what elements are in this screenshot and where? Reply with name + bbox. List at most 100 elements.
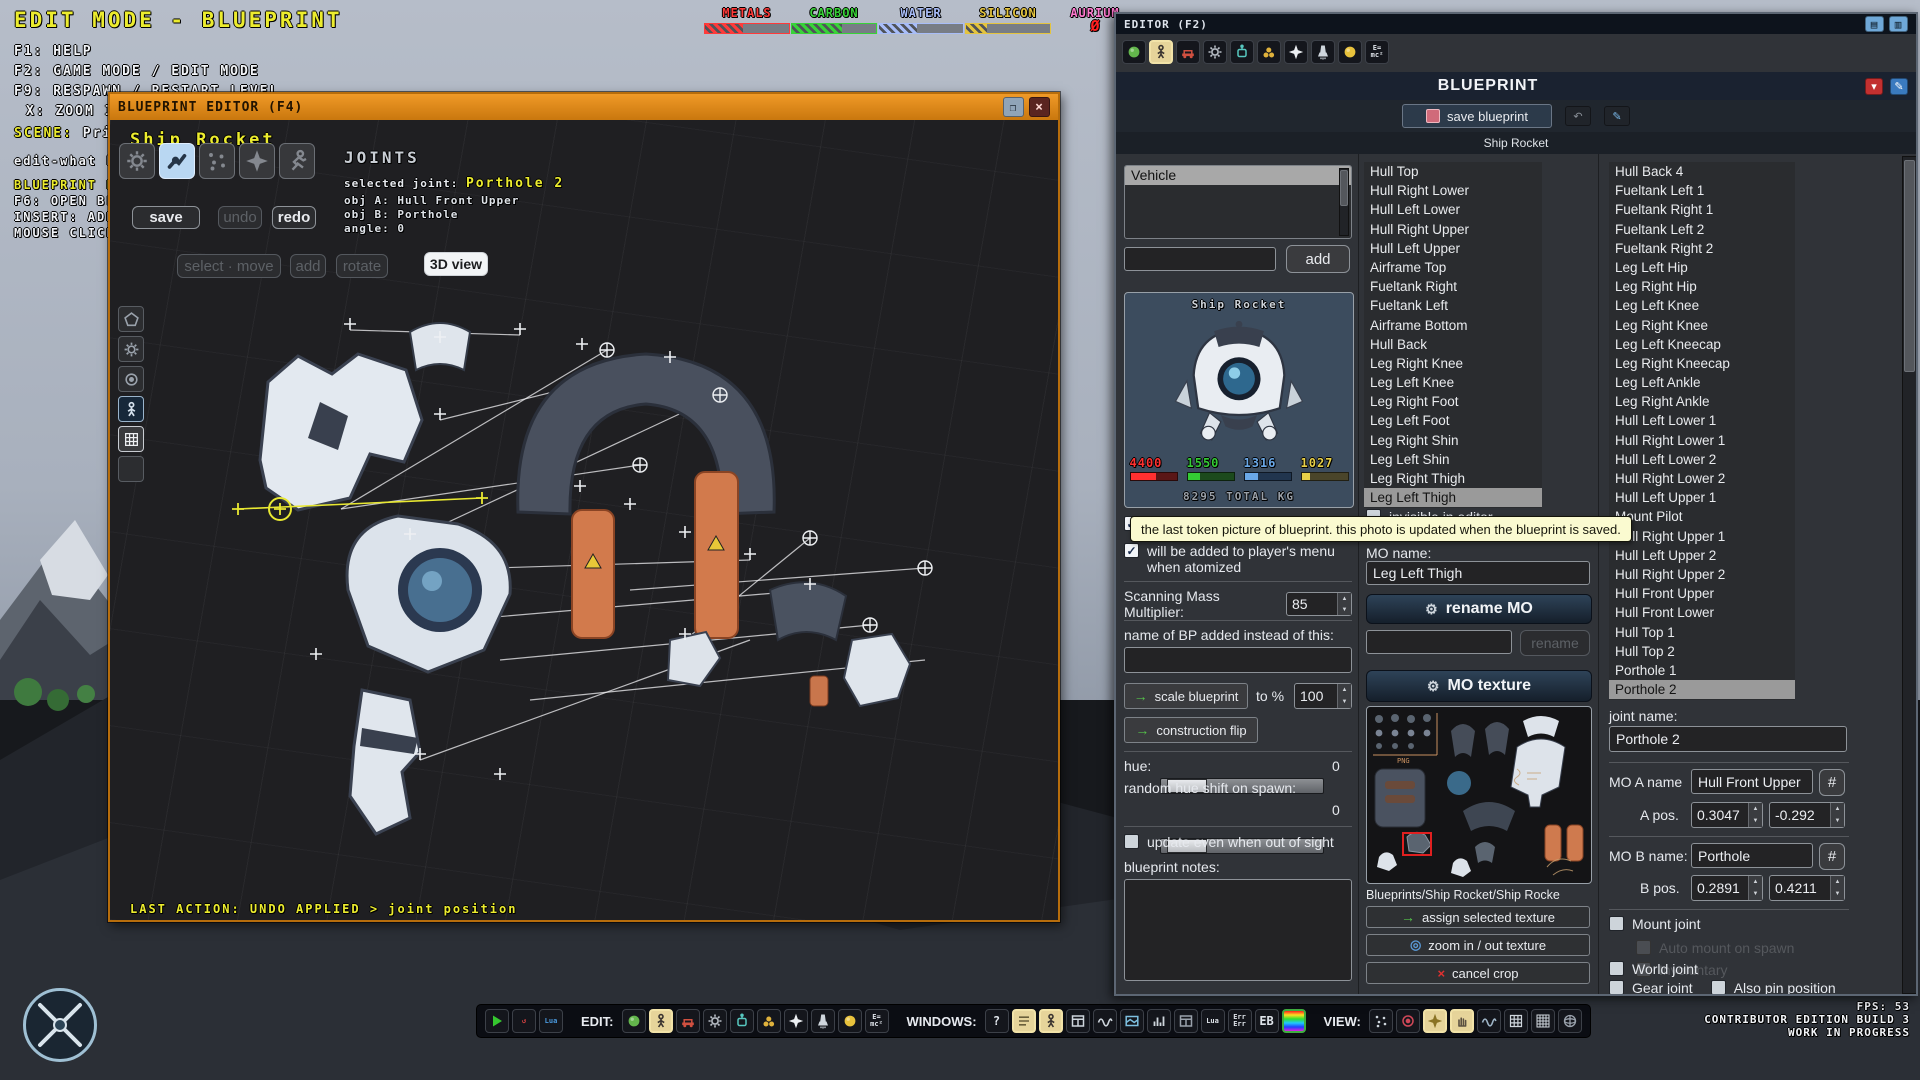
list-item[interactable]: Hull Right Lower xyxy=(1364,181,1542,200)
mo-texture-header[interactable]: ⚙ MO texture xyxy=(1366,670,1592,702)
list-item[interactable]: Hull Right Lower 1 xyxy=(1609,431,1795,450)
a-pos-y-spinner[interactable]: ▲▼ xyxy=(1769,802,1845,828)
audio-window-icon[interactable] xyxy=(1093,1009,1117,1033)
world-joint-row2[interactable]: World joint xyxy=(1609,961,1698,977)
list-item[interactable]: Leg Right Hip xyxy=(1609,277,1795,296)
list-item[interactable]: Porthole 2 xyxy=(1609,680,1795,699)
list-item[interactable]: Leg Right Thigh xyxy=(1364,469,1542,488)
character-tool-icon[interactable] xyxy=(649,1009,673,1033)
pin-button[interactable]: ✎ xyxy=(1890,78,1908,95)
parts-list-a[interactable]: Hull TopHull Right LowerHull Left LowerH… xyxy=(1364,162,1542,508)
coins-tool-icon[interactable] xyxy=(757,1009,781,1033)
list-item[interactable]: Leg Left Ankle xyxy=(1609,373,1795,392)
grid-side-icon[interactable] xyxy=(118,426,144,452)
person-side-icon[interactable] xyxy=(118,396,144,422)
list-item[interactable]: Leg Left Thigh xyxy=(1364,488,1542,507)
redo-button[interactable]: redo xyxy=(272,206,316,229)
layers-view-icon[interactable] xyxy=(1477,1009,1501,1033)
view-3d-button[interactable]: 3D view xyxy=(424,252,488,276)
update-checkbox[interactable] xyxy=(1124,834,1139,849)
vehicle-tool-icon[interactable] xyxy=(676,1009,700,1033)
device-tool-icon[interactable] xyxy=(730,1009,754,1033)
undo-button[interactable]: undo xyxy=(218,206,262,229)
terrain-tool-icon[interactable] xyxy=(1122,40,1146,64)
coins-tool-icon[interactable] xyxy=(1257,40,1281,64)
a-pos-y-input[interactable] xyxy=(1770,803,1830,827)
list-item[interactable]: Mount Pilot xyxy=(1609,507,1795,526)
list-item[interactable]: Leg Left Knee xyxy=(1364,373,1542,392)
character-window-icon[interactable] xyxy=(1039,1009,1063,1033)
blank-side-icon[interactable] xyxy=(118,456,144,482)
parts-list-b[interactable]: Hull Back 4Fueltank Left 1Fueltank Right… xyxy=(1609,162,1795,700)
zoom-texture-button[interactable]: ◎ zoom in / out texture xyxy=(1366,934,1590,956)
gear-joint-checkbox[interactable] xyxy=(1609,980,1624,995)
play-icon[interactable] xyxy=(485,1009,509,1033)
blueprint-window-titlebar[interactable]: BLUEPRINT EDITOR (F4) ❐ × xyxy=(110,94,1058,120)
list-item[interactable]: Leg Right Shin xyxy=(1364,431,1542,450)
select-move-button[interactable]: select · move xyxy=(177,254,281,278)
editor-window-titlebar[interactable]: EDITOR (F2) ▤ ▥ xyxy=(1116,14,1916,34)
pentagon-tool-icon[interactable] xyxy=(118,306,144,332)
b-pos-x-input[interactable] xyxy=(1692,876,1748,900)
scale-blueprint-button[interactable]: → scale blueprint xyxy=(1124,683,1248,709)
list-item[interactable]: Leg Left Foot xyxy=(1364,411,1542,430)
bp-name-input[interactable] xyxy=(1124,647,1352,673)
scale-spinner[interactable]: ▲▼ xyxy=(1294,683,1352,709)
list-item[interactable]: Hull Right Upper 2 xyxy=(1609,565,1795,584)
list-item[interactable]: Hull Front Lower xyxy=(1609,603,1795,622)
editor-scrollbar[interactable] xyxy=(1902,156,1917,994)
orb-tool-icon[interactable] xyxy=(1338,40,1362,64)
list-item[interactable]: Leg Right Knee xyxy=(1364,354,1542,373)
notes-textarea[interactable] xyxy=(1124,879,1352,981)
grab-view-icon[interactable] xyxy=(1450,1009,1474,1033)
list-item[interactable]: Leg Right Knee xyxy=(1609,316,1795,335)
joint-name-input[interactable] xyxy=(1609,726,1847,752)
scanning-spinner[interactable]: ▲▼ xyxy=(1286,592,1352,616)
list-item[interactable]: Leg Left Knee xyxy=(1609,296,1795,315)
close-button[interactable]: × xyxy=(1029,97,1050,117)
save-button[interactable]: save xyxy=(132,206,200,229)
detach-button[interactable]: ▾ xyxy=(1865,78,1883,95)
scale-input[interactable] xyxy=(1295,684,1337,708)
dense-grid-view-icon[interactable] xyxy=(1531,1009,1555,1033)
help-window-icon[interactable]: ? xyxy=(985,1009,1009,1033)
update-row[interactable]: update even when out of sight xyxy=(1124,834,1352,850)
list-item[interactable]: Leg Right Foot xyxy=(1364,392,1542,411)
list-item[interactable]: Hull Top xyxy=(1364,162,1542,181)
dock-button[interactable]: ▤ xyxy=(1865,16,1884,32)
add-mode-button[interactable]: add xyxy=(290,254,326,278)
add-category-input[interactable] xyxy=(1124,247,1276,271)
mo-name-input[interactable] xyxy=(1366,561,1590,585)
list-item[interactable]: Leg Left Shin xyxy=(1364,450,1542,469)
terrain-tool-icon[interactable] xyxy=(622,1009,646,1033)
mount-joint-row[interactable]: Mount joint xyxy=(1609,916,1700,932)
list-item[interactable]: Leg Left Hip xyxy=(1609,258,1795,277)
list-item[interactable]: Fueltank Right 2 xyxy=(1609,239,1795,258)
world-joint-checkbox[interactable] xyxy=(1609,961,1624,976)
texture-preview[interactable]: PNG xyxy=(1366,706,1592,884)
mount-joint-checkbox[interactable] xyxy=(1609,916,1624,931)
rocket-tool-icon[interactable] xyxy=(1311,40,1335,64)
burst-tool-icon[interactable] xyxy=(1284,40,1308,64)
category-scrollbar[interactable] xyxy=(1339,168,1349,236)
meters-window-icon[interactable] xyxy=(1147,1009,1171,1033)
mo-a-hash-button[interactable]: # xyxy=(1819,769,1845,796)
lua-script-icon[interactable]: Lua xyxy=(539,1009,563,1033)
also-pin-checkbox[interactable] xyxy=(1711,980,1726,995)
list-item[interactable]: Hull Back xyxy=(1364,335,1542,354)
runner-tool-icon[interactable] xyxy=(279,143,315,179)
eb-window-icon[interactable]: EB xyxy=(1255,1009,1279,1033)
dock2-button[interactable]: ▥ xyxy=(1889,16,1908,32)
list-item[interactable]: Leg Left Kneecap xyxy=(1609,335,1795,354)
b-pos-y-spinner[interactable]: ▲▼ xyxy=(1769,875,1845,901)
list-item[interactable]: Fueltank Left 1 xyxy=(1609,181,1795,200)
list-item[interactable]: Hull Right Upper xyxy=(1364,220,1542,239)
errors-window-icon[interactable]: Err Err xyxy=(1228,1009,1252,1033)
undo-save-icon[interactable]: ↶ xyxy=(1565,106,1591,126)
list-item[interactable]: Hull Right Lower 2 xyxy=(1609,469,1795,488)
mo-b-hash-button[interactable]: # xyxy=(1819,843,1845,870)
mo-a-input[interactable] xyxy=(1691,769,1813,794)
will-added-row[interactable]: ✓ will be added to player's menu when at… xyxy=(1124,543,1352,575)
character-tool-icon[interactable] xyxy=(1149,40,1173,64)
list-item[interactable]: Leg Right Kneecap xyxy=(1609,354,1795,373)
